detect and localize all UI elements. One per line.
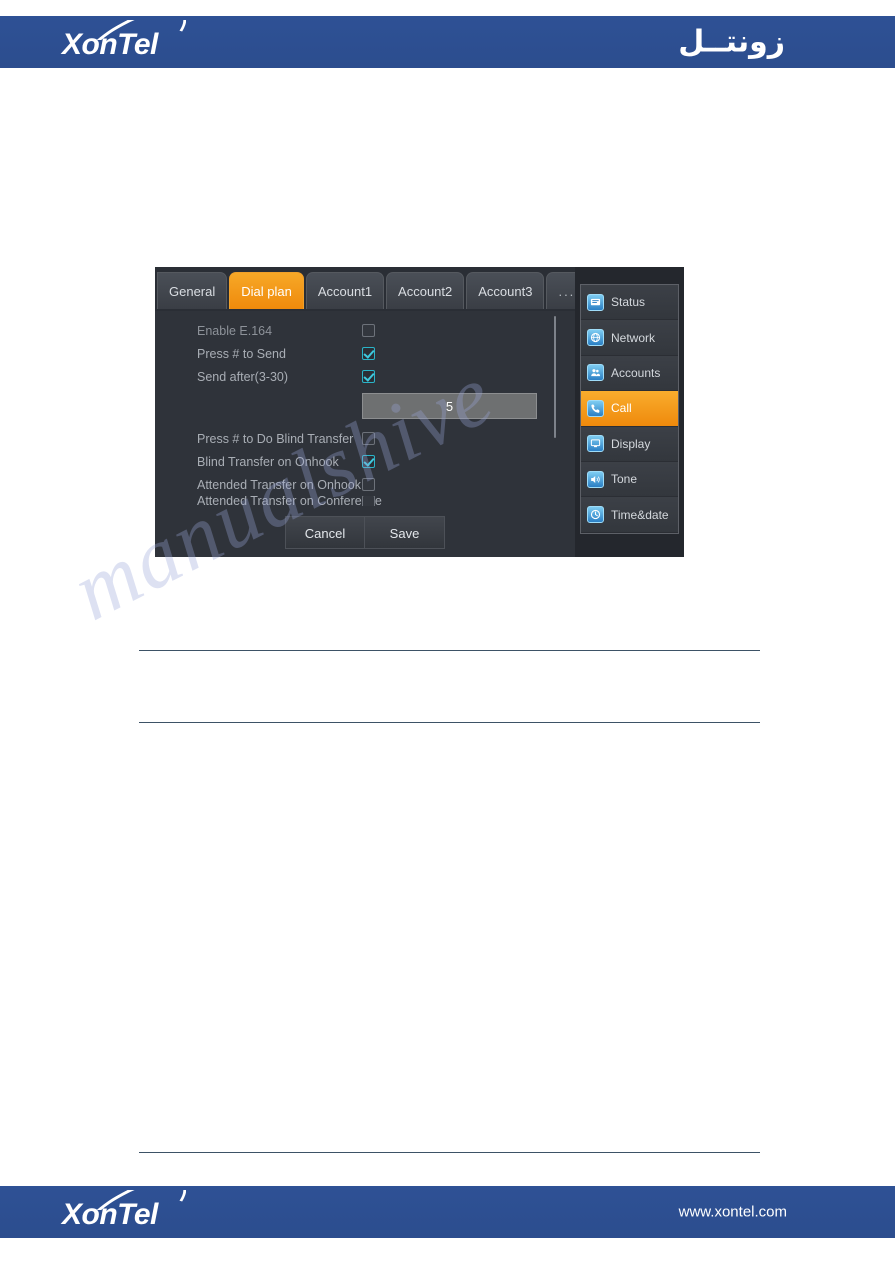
sidebar-label-accounts: Accounts [611,365,661,380]
settings-sidebar: Status Network Accounts Call Display Ton… [575,267,684,557]
globe-icon [587,329,604,347]
phone-handset-icon [587,399,604,417]
settings-list-scrollbar[interactable] [554,316,556,438]
tab-account3[interactable]: Account3 [466,272,545,309]
sidebar-item-display[interactable]: Display [581,426,678,462]
clock-icon [587,506,604,524]
setting-label-press-hash-blind-transfer: Press # to Do Blind Transfer [197,431,354,446]
sidebar-label-tone: Tone [611,472,638,487]
setting-label-enable-e164: Enable E.164 [197,323,273,338]
display-monitor-icon [587,435,604,453]
header-logo-text: XonTel [62,28,158,61]
setting-row-blind-transfer-onhook[interactable]: Blind Transfer on Onhook [155,450,575,473]
speaker-icon [587,470,604,488]
sidebar-label-network: Network [611,330,656,345]
sidebar-label-time-date: Time&date [611,507,669,522]
setting-label-press-hash-to-send: Press # to Send [197,346,286,361]
setting-row-press-hash-blind-transfer[interactable]: Press # to Do Blind Transfer [155,427,575,450]
content-divider-middle [139,722,760,723]
footer-website-url[interactable]: www.xontel.com [679,1204,787,1221]
send-after-value-row: 5 [155,391,575,421]
footer-logo: XonTel [62,1190,202,1234]
sidebar-item-accounts[interactable]: Accounts [581,355,678,392]
content-divider-bottom [139,1152,760,1153]
accounts-people-icon [587,364,604,382]
tab-general[interactable]: General [157,272,228,309]
settings-main-panel: General Dial plan Account1 Account2 Acco… [155,267,588,557]
tab-account2[interactable]: Account2 [386,272,465,309]
sidebar-item-list: Status Network Accounts Call Display Ton… [580,284,679,534]
checkbox-attended-transfer-onhook[interactable] [362,478,375,491]
setting-row-press-hash-to-send[interactable]: Press # to Send [155,342,575,365]
header-arabic-logo-text: زونتــل [678,24,785,60]
setting-label-blind-transfer-onhook: Blind Transfer on Onhook [197,454,339,469]
sidebar-label-call: Call [611,401,632,416]
sidebar-item-tone[interactable]: Tone [581,461,678,498]
setting-row-send-after[interactable]: Send after(3-30) [155,365,575,388]
cancel-button[interactable]: Cancel [285,516,365,549]
sidebar-item-time-date[interactable]: Time&date [581,497,678,533]
page-header-band: XonTel زونتــل [0,16,895,68]
content-divider-top [139,650,760,651]
tab-dial-plan[interactable]: Dial plan [229,272,304,309]
setting-label-send-after: Send after(3-30) [197,369,289,384]
setting-label-attended-transfer-onhook: Attended Transfer on Onhook [197,477,361,492]
sidebar-label-status: Status [611,295,646,310]
settings-tab-strip: General Dial plan Account1 Account2 Acco… [155,267,588,311]
footer-logo-text: XonTel [62,1198,158,1231]
sidebar-label-display: Display [611,436,651,451]
tab-account1[interactable]: Account1 [305,272,385,309]
phone-settings-screenshot: General Dial plan Account1 Account2 Acco… [155,267,684,557]
page-footer-band: XonTel www.xontel.com [0,1186,895,1238]
send-after-value-input[interactable]: 5 [362,393,537,419]
dialog-button-bar: Cancel Save [155,513,575,557]
setting-row-attended-transfer-conference[interactable]: Attended Transfer on Conference [155,496,575,506]
setting-label-attended-transfer-conference: Attended Transfer on Conference [197,496,382,506]
checkbox-press-hash-to-send[interactable] [362,347,375,360]
sidebar-item-network[interactable]: Network [581,320,678,356]
checkbox-press-hash-blind-transfer[interactable] [362,432,375,445]
checkbox-send-after[interactable] [362,370,375,383]
header-logo: XonTel [62,20,202,64]
checkbox-blind-transfer-onhook[interactable] [362,455,375,468]
checkbox-attended-transfer-conference[interactable] [362,496,375,506]
status-monitor-icon [587,293,604,311]
setting-row-enable-e164[interactable]: Enable E.164 [155,319,575,342]
settings-list: Enable E.164 Press # to Send Send after(… [155,311,575,513]
setting-row-attended-transfer-onhook[interactable]: Attended Transfer on Onhook [155,473,575,496]
save-button[interactable]: Save [365,516,445,549]
checkbox-enable-e164[interactable] [362,324,375,337]
sidebar-item-call[interactable]: Call [581,391,678,427]
sidebar-item-status[interactable]: Status [581,285,678,321]
